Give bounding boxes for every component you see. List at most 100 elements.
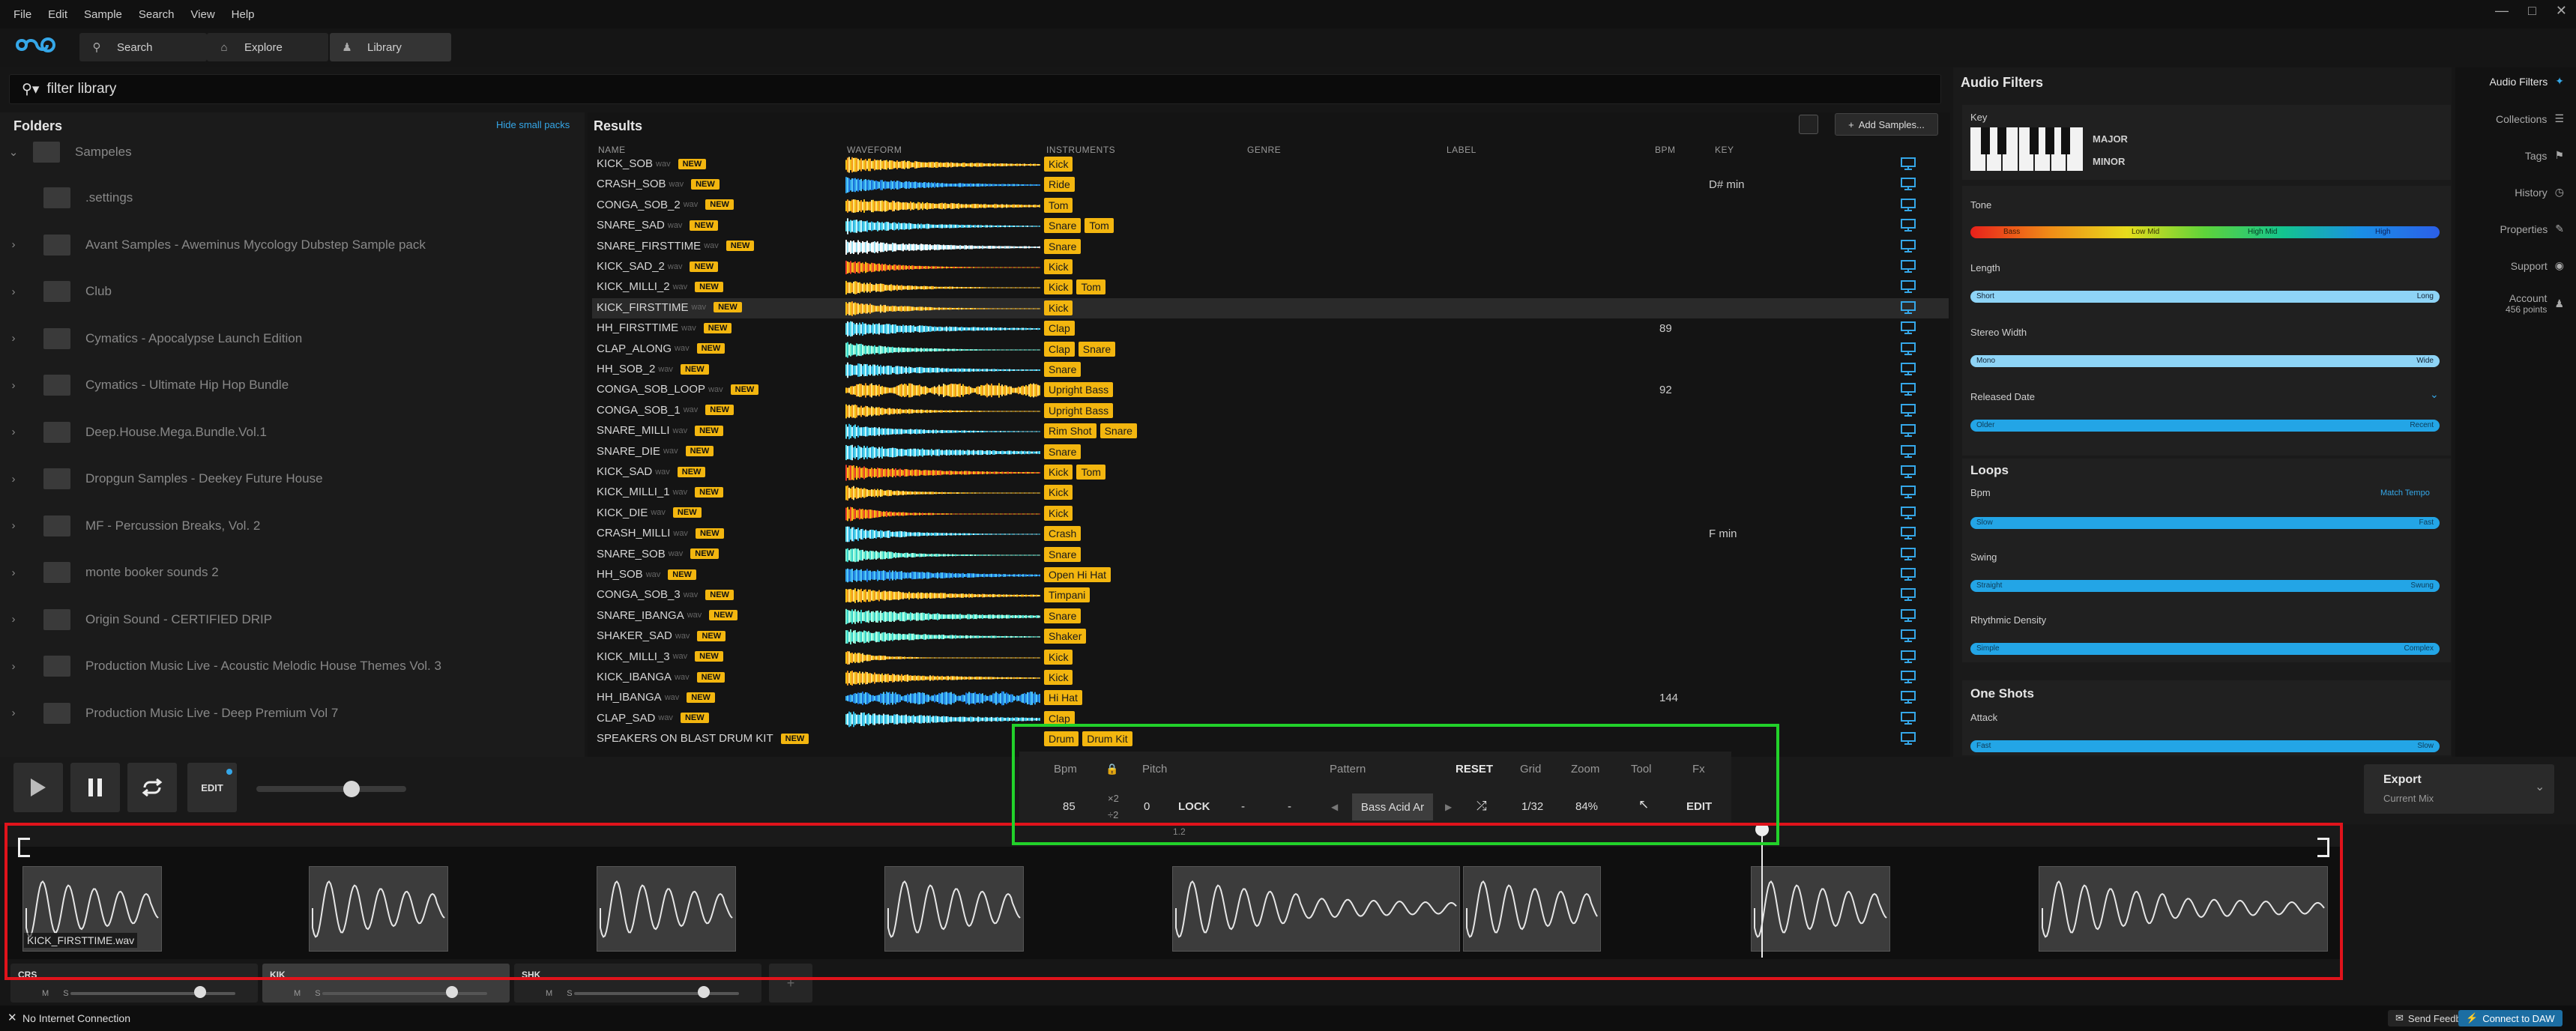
bpm-slider[interactable]: Slow Fast bbox=[1970, 517, 2440, 529]
folder-item[interactable]: › MF - Percussion Breaks, Vol. 2 bbox=[0, 504, 585, 548]
instrument-tag[interactable]: Kick bbox=[1044, 300, 1073, 315]
waveform[interactable] bbox=[845, 423, 1040, 441]
released-date-slider[interactable]: Older Recent bbox=[1970, 420, 2440, 432]
instrument-tag[interactable]: Snare bbox=[1044, 362, 1082, 377]
sample-name[interactable]: SNARE_FIRSTTIME wav NEW bbox=[597, 240, 755, 253]
edit-mode-button[interactable]: EDIT bbox=[187, 763, 237, 812]
tone-slider[interactable]: Bass Low Mid High Mid High bbox=[1970, 226, 2440, 238]
folder-item[interactable]: › Cymatics - Ultimate Hip Hop Bundle bbox=[0, 363, 585, 408]
drag-to-daw-icon[interactable] bbox=[1901, 239, 1916, 253]
instrument-tag[interactable]: Ride bbox=[1044, 177, 1075, 193]
drag-to-daw-icon[interactable] bbox=[1901, 444, 1916, 459]
drag-to-daw-icon[interactable] bbox=[1901, 157, 1916, 171]
track-volume-knob[interactable] bbox=[194, 986, 206, 998]
drag-to-daw-icon[interactable] bbox=[1901, 650, 1916, 664]
drag-to-daw-icon[interactable] bbox=[1901, 219, 1916, 232]
drag-to-daw-icon[interactable] bbox=[1901, 342, 1916, 356]
waveform-thumbnail[interactable] bbox=[845, 258, 1040, 276]
col-waveform[interactable]: WAVEFORM bbox=[847, 145, 902, 155]
minimize-icon[interactable]: — bbox=[2495, 3, 2509, 19]
table-row[interactable]: CRASH_MILLI wav NEW Crash F min bbox=[592, 524, 1949, 544]
waveform[interactable] bbox=[845, 484, 1040, 502]
loop-button[interactable] bbox=[127, 763, 177, 812]
table-row[interactable]: SHAKER_SAD wav NEW Shaker bbox=[592, 626, 1949, 647]
chevron-down-icon[interactable]: ⌄ bbox=[2430, 388, 2439, 401]
table-row[interactable]: KICK_FIRSTTIME wav NEW Kick bbox=[592, 297, 1949, 318]
waveform[interactable] bbox=[845, 525, 1040, 543]
table-row[interactable]: HH_SOB_2 wav NEW Snare bbox=[592, 360, 1949, 380]
table-row[interactable]: SNARE_FIRSTTIME wav NEW Snare bbox=[592, 237, 1949, 257]
waveform-thumbnail[interactable] bbox=[845, 423, 1040, 441]
folder-item[interactable]: › Cymatics - Apocalypse Launch Edition bbox=[0, 316, 585, 361]
sample-name[interactable]: CRASH_MILLI wav NEW bbox=[597, 527, 724, 539]
instrument-tag[interactable]: Tom bbox=[1076, 465, 1105, 480]
waveform[interactable] bbox=[845, 689, 1040, 707]
chevron-right-icon[interactable]: › bbox=[0, 379, 27, 392]
piano-keys-icon[interactable] bbox=[1970, 127, 2083, 171]
col-key[interactable]: KEY bbox=[1715, 145, 1734, 155]
close-icon[interactable]: ✕ bbox=[2556, 3, 2567, 19]
drag-to-daw-icon[interactable] bbox=[1901, 260, 1916, 273]
waveform-thumbnail[interactable] bbox=[845, 546, 1040, 564]
sample-name[interactable]: SNARE_SAD wav NEW bbox=[597, 219, 719, 232]
menu-file[interactable]: File bbox=[0, 8, 40, 21]
waveform[interactable] bbox=[845, 587, 1040, 605]
chevron-right-icon[interactable]: › bbox=[0, 519, 27, 532]
instrument-tag[interactable]: Kick bbox=[1044, 157, 1073, 172]
menu-view[interactable]: View bbox=[182, 8, 223, 21]
instrument-tag[interactable]: Snare bbox=[1100, 423, 1137, 439]
sample-name[interactable]: KICK_FIRSTTIME wav NEW bbox=[597, 301, 742, 314]
waveform-thumbnail[interactable] bbox=[845, 320, 1040, 338]
instrument-tag[interactable]: Upright Bass bbox=[1044, 402, 1114, 418]
folder-item[interactable]: › Origin Sound - CERTIFIED DRIP bbox=[0, 597, 585, 642]
instrument-tag[interactable]: Snare bbox=[1044, 444, 1082, 459]
waveform-thumbnail[interactable] bbox=[845, 525, 1040, 543]
table-row[interactable]: KICK_MILLI_2 wav NEW Kick Tom bbox=[592, 277, 1949, 297]
instrument-tag[interactable]: Kick bbox=[1044, 670, 1073, 685]
volume-knob[interactable] bbox=[343, 781, 360, 797]
waveform-thumbnail[interactable] bbox=[845, 710, 1040, 728]
sample-name[interactable]: CONGA_SOB_2 wav NEW bbox=[597, 199, 734, 211]
instrument-tag[interactable]: Clap bbox=[1044, 341, 1075, 357]
folder-item[interactable]: › Avant Samples - Aweminus Mycology Dubst… bbox=[0, 223, 585, 267]
sample-name[interactable]: CONGA_SOB_1 wav NEW bbox=[597, 404, 734, 417]
table-row[interactable]: CONGA_SOB_LOOP wav NEW Upright Bass 92 bbox=[592, 380, 1949, 400]
waveform[interactable] bbox=[845, 608, 1040, 626]
connect-daw-button[interactable]: ⚡ Connect to DAW bbox=[2458, 1010, 2563, 1027]
table-row[interactable]: CLAP_ALONG wav NEW Clap Snare bbox=[592, 339, 1949, 360]
major-button[interactable]: MAJOR bbox=[2093, 133, 2128, 145]
sample-name[interactable]: HH_SOB_2 wav NEW bbox=[597, 363, 709, 375]
table-row[interactable]: SNARE_SOB wav NEW Snare bbox=[592, 545, 1949, 565]
sample-name[interactable]: KICK_DIE wav NEW bbox=[597, 507, 702, 519]
drag-to-daw-icon[interactable] bbox=[1901, 711, 1916, 725]
chevron-right-icon[interactable]: › bbox=[0, 285, 27, 298]
chevron-right-icon[interactable]: › bbox=[0, 426, 27, 438]
hide-small-packs-link[interactable]: Hide small packs bbox=[496, 119, 570, 130]
chevron-right-icon[interactable]: › bbox=[0, 707, 27, 719]
table-row[interactable]: KICK_SAD_2 wav NEW Kick bbox=[592, 257, 1949, 277]
folder-item[interactable]: › Production Music Live - Acoustic Melodi… bbox=[0, 644, 585, 689]
drag-to-daw-icon[interactable] bbox=[1901, 608, 1916, 623]
sample-name[interactable]: HH_IBANGA wav NEW bbox=[597, 691, 715, 704]
sample-name[interactable]: KICK_MILLI_1 wav NEW bbox=[597, 486, 723, 498]
rail-account[interactable]: Account 456 points ♟ bbox=[2506, 292, 2564, 315]
sample-name[interactable]: SPEAKERS ON BLAST DRUM KIT NEW bbox=[597, 732, 809, 745]
nav-search[interactable]: ⚲ Search bbox=[79, 33, 207, 61]
menu-help[interactable]: Help bbox=[223, 8, 263, 21]
instrument-tag[interactable]: Kick bbox=[1044, 465, 1073, 480]
sample-name[interactable]: CONGA_SOB_LOOP wav NEW bbox=[597, 383, 759, 396]
rail-properties[interactable]: Properties ✎ bbox=[2500, 223, 2564, 235]
track-volume-knob[interactable] bbox=[698, 986, 710, 998]
drag-to-daw-icon[interactable] bbox=[1901, 198, 1916, 212]
col-bpm[interactable]: BPM bbox=[1655, 145, 1676, 155]
drag-to-daw-icon[interactable] bbox=[1901, 383, 1916, 396]
instrument-tag[interactable]: Snare bbox=[1078, 341, 1116, 357]
waveform-thumbnail[interactable] bbox=[845, 505, 1040, 523]
waveform[interactable] bbox=[845, 300, 1040, 318]
instrument-tag[interactable]: Tom bbox=[1044, 197, 1073, 213]
chevron-right-icon[interactable]: › bbox=[0, 473, 27, 486]
table-row[interactable]: SNARE_DIE wav NEW Snare bbox=[592, 442, 1949, 462]
instrument-tag[interactable]: Snare bbox=[1044, 608, 1082, 623]
sample-name[interactable]: KICK_MILLI_2 wav NEW bbox=[597, 280, 723, 293]
drag-to-daw-icon[interactable] bbox=[1901, 321, 1916, 335]
